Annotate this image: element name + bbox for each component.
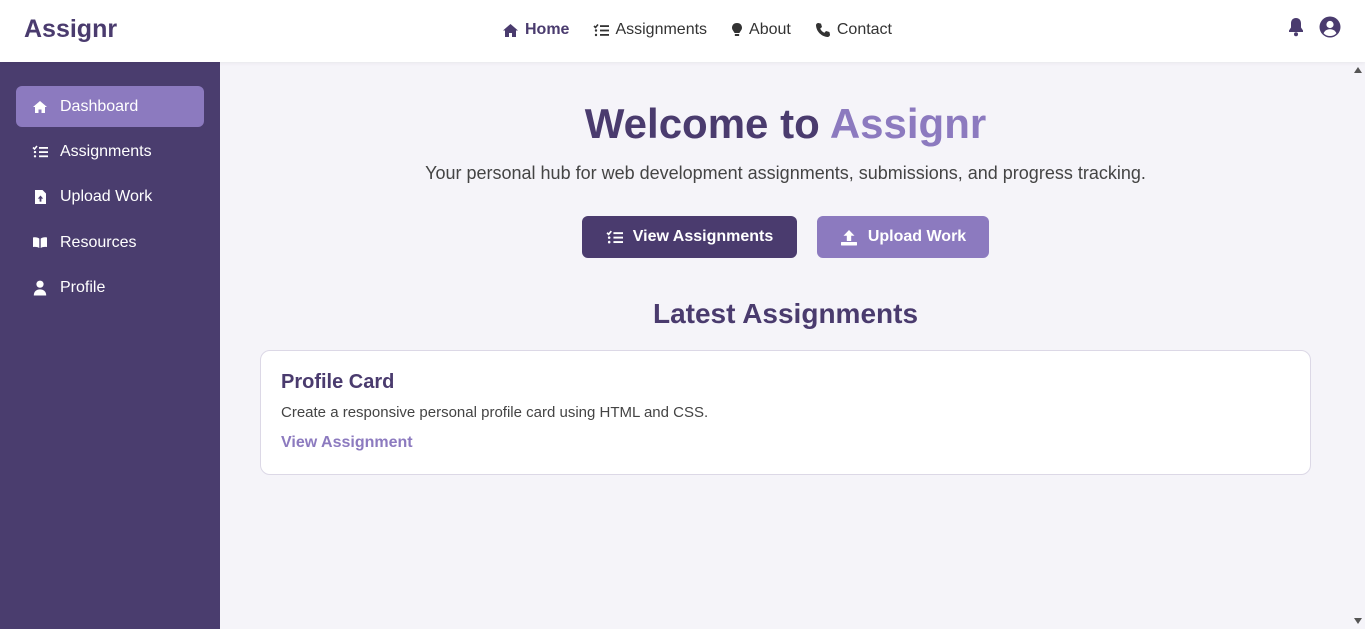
upload-icon	[840, 229, 857, 245]
sidebar-item-label: Upload Work	[60, 187, 153, 205]
list-check-icon	[593, 23, 610, 36]
sidebar-item-label: Profile	[60, 278, 106, 296]
lightbulb-icon	[732, 23, 743, 36]
hero-title-prefix: Welcome to	[584, 100, 820, 147]
sidebar-item-label: Assignments	[60, 142, 152, 160]
topnav-assignments[interactable]: Assignments	[593, 19, 707, 41]
upload-work-label: Upload Work	[867, 228, 967, 245]
phone-icon	[815, 23, 830, 37]
top-icons	[1287, 16, 1341, 38]
assignment-card: Profile Card Create a responsive persona…	[260, 350, 1311, 475]
assignment-card-title: Profile Card	[281, 371, 395, 393]
topnav-about[interactable]: About	[731, 19, 791, 41]
upload-work-button[interactable]: Upload Work	[817, 216, 989, 258]
sidebar: Dashboard Assignments Upload Work Resour…	[0, 62, 220, 629]
sidebar-item-dashboard[interactable]: Dashboard	[16, 86, 204, 127]
latest-assignments-title: Latest Assignments	[652, 298, 919, 329]
view-assignments-label: View Assignments	[632, 228, 774, 245]
home-icon	[32, 99, 48, 115]
scroll-down-arrow[interactable]	[1354, 618, 1362, 624]
sidebar-item-profile[interactable]: Profile	[16, 267, 204, 308]
main-content: Welcome to Assignr Your personal hub for…	[220, 62, 1351, 629]
topnav-about-label: About	[749, 21, 791, 38]
brand-logo[interactable]: Assignr	[24, 15, 117, 44]
topnav-contact-label: Contact	[836, 21, 892, 38]
top-navbar: Assignr Home Assignments About Contact	[0, 0, 1365, 62]
hero-subtitle: Your personal hub for web development as…	[425, 163, 1146, 183]
view-assignment-link[interactable]: View Assignment	[281, 434, 413, 452]
sidebar-item-label: Dashboard	[60, 97, 139, 115]
topnav-home[interactable]: Home	[502, 19, 569, 41]
sidebar-item-upload-work[interactable]: Upload Work	[16, 176, 204, 217]
hero-title: Welcome to Assignr	[220, 100, 1351, 148]
sidebar-item-assignments[interactable]: Assignments	[16, 131, 204, 172]
user-circle-icon[interactable]	[1319, 16, 1341, 38]
topnav-home-label: Home	[525, 21, 570, 38]
topnav-assignments-label: Assignments	[615, 21, 708, 38]
bell-icon[interactable]	[1287, 17, 1305, 37]
hero-title-accent: Assignr	[829, 100, 987, 147]
view-assignments-button[interactable]: View Assignments	[582, 216, 797, 258]
assignment-card-description: Create a responsive personal profile car…	[281, 404, 709, 421]
topnav-contact[interactable]: Contact	[815, 19, 892, 41]
book-open-icon	[32, 235, 48, 251]
list-check-icon	[606, 230, 623, 243]
sidebar-item-label: Resources	[60, 233, 137, 251]
vertical-scrollbar[interactable]	[1351, 62, 1365, 629]
user-icon	[32, 280, 48, 296]
sidebar-item-resources[interactable]: Resources	[16, 222, 204, 263]
file-upload-icon	[32, 189, 48, 205]
list-check-icon	[32, 144, 48, 160]
home-icon	[503, 23, 518, 37]
top-nav: Home Assignments About Contact	[502, 19, 916, 41]
scroll-up-arrow[interactable]	[1354, 67, 1362, 73]
